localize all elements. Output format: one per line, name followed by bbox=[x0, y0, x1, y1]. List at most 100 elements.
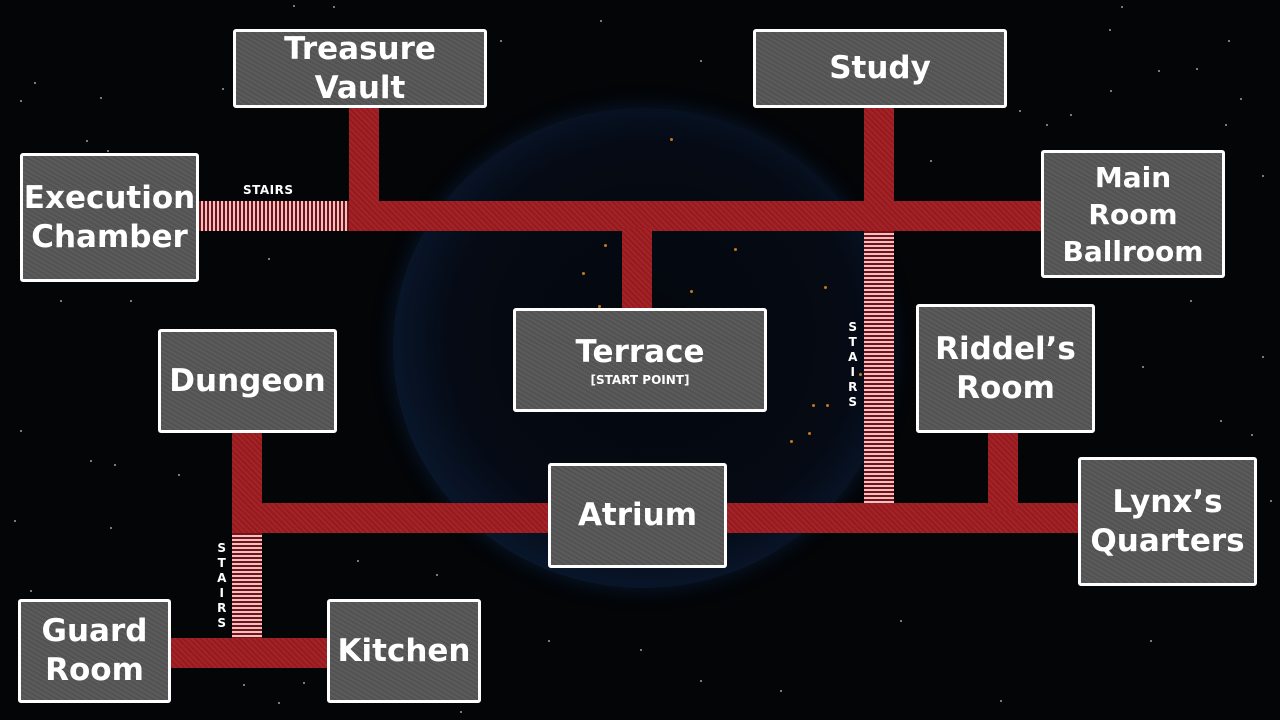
star bbox=[700, 680, 702, 682]
room-label: Guard Room bbox=[41, 613, 148, 688]
city-light bbox=[604, 244, 607, 247]
castle-map: STAIRS STAIRS STAIRS Treasure Vault Stud… bbox=[0, 0, 1280, 720]
star bbox=[114, 464, 116, 466]
room-atrium[interactable]: Atrium bbox=[548, 463, 727, 568]
room-label: Lynx’s Quarters bbox=[1090, 483, 1245, 559]
star bbox=[1150, 640, 1152, 642]
room-label: Execution Chamber bbox=[23, 179, 196, 255]
star bbox=[90, 460, 92, 462]
stairs-label-dungeon-guard: STAIRS bbox=[217, 541, 227, 630]
star bbox=[1225, 124, 1227, 126]
star bbox=[60, 300, 62, 302]
corridor-riddels-room bbox=[988, 431, 1018, 511]
star bbox=[1228, 40, 1230, 42]
room-execution-chamber[interactable]: Execution Chamber bbox=[20, 153, 199, 282]
star bbox=[243, 684, 245, 686]
city-light bbox=[824, 286, 827, 289]
star bbox=[1270, 500, 1272, 502]
star bbox=[100, 97, 102, 99]
room-label: Riddel’s Room bbox=[935, 330, 1076, 406]
star bbox=[930, 160, 932, 162]
star bbox=[1158, 70, 1160, 72]
room-label: Main Room Ballroom bbox=[1062, 160, 1204, 268]
star bbox=[500, 40, 502, 42]
star bbox=[222, 88, 224, 90]
room-label: Study bbox=[829, 50, 931, 86]
room-main-room-ballroom[interactable]: Main Room Ballroom bbox=[1041, 150, 1225, 278]
star bbox=[86, 140, 88, 142]
corridor-top-main bbox=[349, 201, 1041, 231]
star bbox=[357, 560, 359, 562]
stairs-label-execution: STAIRS bbox=[243, 183, 294, 197]
star bbox=[1262, 356, 1264, 358]
star bbox=[1142, 366, 1144, 368]
city-light bbox=[859, 373, 862, 376]
star bbox=[1070, 114, 1072, 116]
room-dungeon[interactable]: Dungeon bbox=[158, 329, 337, 433]
city-light bbox=[812, 404, 815, 407]
star bbox=[178, 474, 180, 476]
star bbox=[1110, 90, 1112, 92]
star bbox=[333, 6, 335, 8]
corridor-treasure-vault bbox=[349, 108, 379, 208]
star bbox=[107, 150, 109, 152]
star bbox=[436, 574, 438, 576]
city-light bbox=[826, 404, 829, 407]
star bbox=[1262, 175, 1264, 177]
stairs-study-atrium bbox=[864, 231, 894, 503]
star bbox=[460, 711, 462, 713]
star bbox=[1046, 124, 1048, 126]
city-light bbox=[790, 440, 793, 443]
room-study[interactable]: Study bbox=[753, 29, 1007, 108]
room-terrace[interactable]: Terrace [START POINT] bbox=[513, 308, 767, 412]
star bbox=[1196, 68, 1198, 70]
room-kitchen[interactable]: Kitchen bbox=[327, 599, 481, 703]
star bbox=[1251, 434, 1253, 436]
star bbox=[30, 590, 32, 592]
star bbox=[130, 300, 132, 302]
star bbox=[268, 258, 270, 260]
room-guard-room[interactable]: Guard Room bbox=[18, 599, 171, 703]
room-label: Kitchen bbox=[337, 632, 471, 669]
stairs-dungeon-guard bbox=[232, 533, 262, 638]
corridor-dungeon bbox=[232, 431, 262, 511]
stairs-label-study-atrium: STAIRS bbox=[848, 320, 858, 409]
star bbox=[1121, 6, 1123, 8]
star bbox=[700, 60, 702, 62]
star bbox=[900, 620, 902, 622]
room-label: Treasure Vault bbox=[284, 30, 436, 106]
star bbox=[600, 20, 602, 22]
room-label: Dungeon bbox=[169, 362, 326, 399]
star bbox=[1109, 29, 1111, 31]
corridor-terrace bbox=[622, 228, 652, 310]
star bbox=[34, 82, 36, 84]
star bbox=[20, 100, 22, 102]
star bbox=[20, 430, 22, 432]
city-light bbox=[582, 272, 585, 275]
room-treasure-vault[interactable]: Treasure Vault bbox=[233, 29, 487, 108]
city-light bbox=[690, 290, 693, 293]
star bbox=[640, 649, 642, 651]
star bbox=[548, 640, 550, 642]
corridor-study bbox=[864, 108, 894, 208]
star bbox=[1240, 98, 1242, 100]
star bbox=[1000, 700, 1002, 702]
star bbox=[14, 520, 16, 522]
star bbox=[278, 702, 280, 704]
star bbox=[1190, 300, 1192, 302]
star bbox=[1220, 420, 1222, 422]
star bbox=[293, 5, 295, 7]
stairs-execution-chamber bbox=[199, 201, 349, 231]
city-light bbox=[670, 138, 673, 141]
room-label: Atrium bbox=[577, 497, 698, 533]
city-light bbox=[808, 432, 811, 435]
star bbox=[780, 690, 782, 692]
star bbox=[110, 527, 112, 529]
start-point-badge: [START POINT] bbox=[590, 373, 690, 387]
city-light bbox=[734, 248, 737, 251]
room-riddels-room[interactable]: Riddel’s Room bbox=[916, 304, 1095, 433]
star bbox=[303, 682, 305, 684]
corridor-guard-kitchen bbox=[169, 638, 329, 668]
room-lynxs-quarters[interactable]: Lynx’s Quarters bbox=[1078, 457, 1257, 586]
room-label: Terrace bbox=[575, 334, 705, 370]
